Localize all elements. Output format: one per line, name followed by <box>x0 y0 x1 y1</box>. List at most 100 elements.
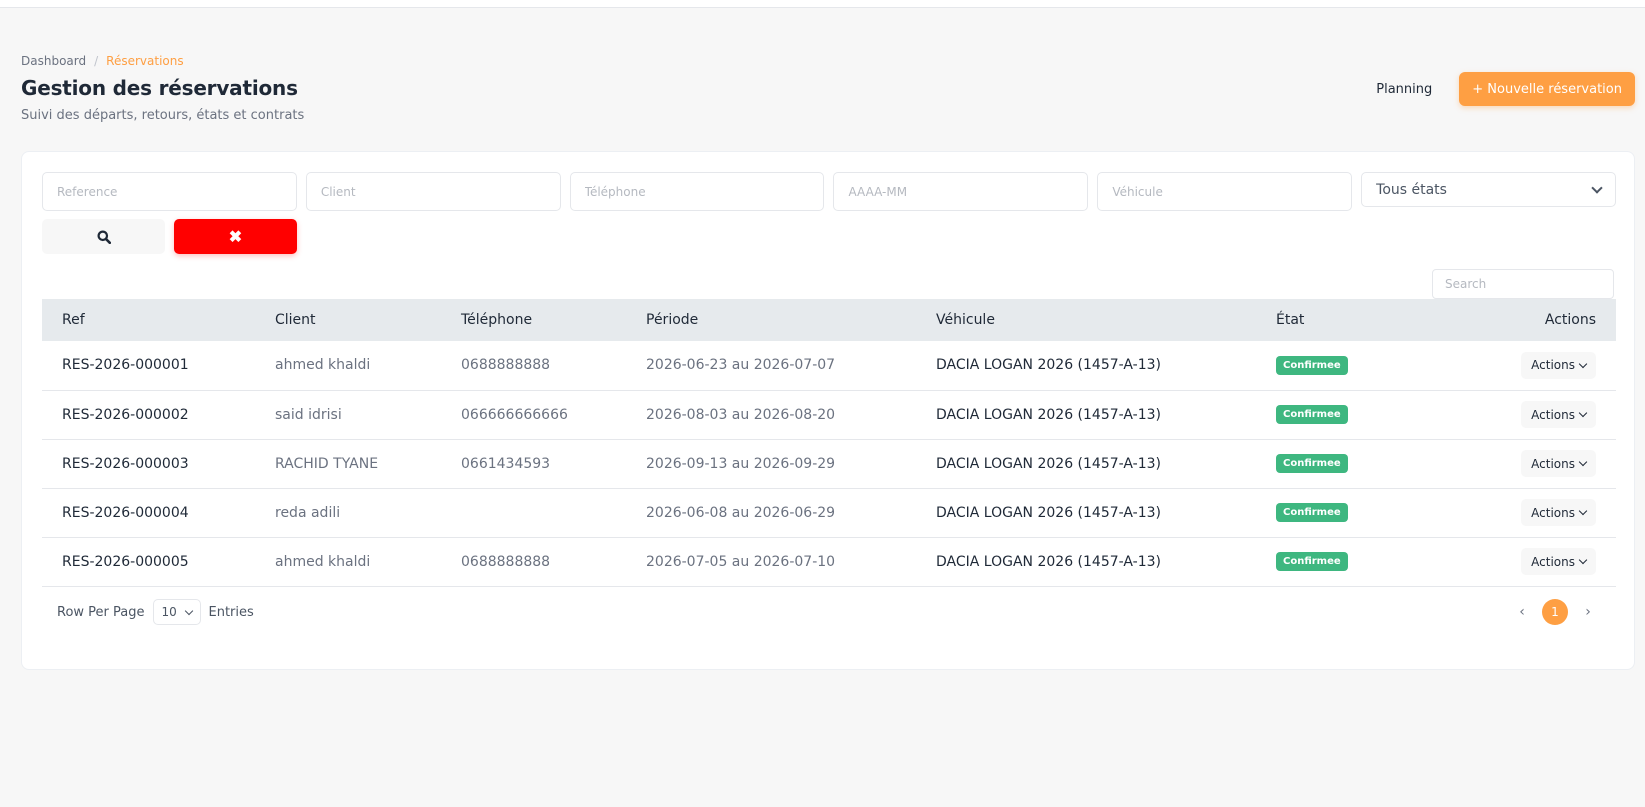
planning-button[interactable]: Planning <box>1361 72 1448 106</box>
column-header-state[interactable]: État <box>1256 299 1436 341</box>
column-header-ref[interactable]: Ref <box>42 299 255 341</box>
month-filter-input[interactable] <box>833 172 1089 211</box>
cell-ref: RES-2026-000004 <box>62 504 189 521</box>
state-filter-select[interactable]: Tous états <box>1361 172 1616 207</box>
table-search-input[interactable] <box>1432 269 1614 299</box>
column-header-vehicle[interactable]: Véhicule <box>916 299 1256 341</box>
cell-actions: Actions <box>1436 390 1616 439</box>
filters-row: Tous états <box>42 172 1616 211</box>
filter-buttons: ✖ <box>42 219 297 254</box>
cell-vehicle: DACIA LOGAN 2026 (1457-A-13) <box>936 406 1161 423</box>
cell-state: Confirmee <box>1256 390 1436 439</box>
page-number-current[interactable]: 1 <box>1542 599 1568 625</box>
chevron-down-icon <box>1591 181 1603 194</box>
table-row: RES-2026-000004 reda adili 2026-06-08 au… <box>42 488 1616 537</box>
row-actions-button[interactable]: Actions <box>1521 499 1596 526</box>
cell-period: 2026-06-08 au 2026-06-29 <box>646 504 836 521</box>
column-header-actions: Actions <box>1544 312 1596 328</box>
rows-per-page-select[interactable]: 10 <box>152 599 201 625</box>
chevron-down-icon <box>1578 555 1588 565</box>
cell-vehicle: DACIA LOGAN 2026 (1457-A-13) <box>936 357 1161 374</box>
cell-vehicle: DACIA LOGAN 2026 (1457-A-13) <box>936 504 1161 521</box>
cell-state: Confirmee <box>1256 341 1436 390</box>
cell-period: 2026-08-03 au 2026-08-20 <box>646 406 836 423</box>
top-bar <box>0 0 1645 8</box>
client-filter-input[interactable] <box>305 172 561 211</box>
rows-per-page-value: 10 <box>161 605 177 619</box>
cell-actions: Actions <box>1436 488 1616 537</box>
row-actions-button[interactable]: Actions <box>1521 351 1596 379</box>
cell-phone: 0661434593 <box>461 455 551 472</box>
table-row: RES-2026-000001 ahmed khaldi 0688888888 … <box>42 341 1616 390</box>
cell-period: 2026-06-23 au 2026-07-07 <box>646 357 836 374</box>
cell-vehicle: DACIA LOGAN 2026 (1457-A-13) <box>936 455 1161 472</box>
row-actions-label: Actions <box>1531 505 1575 520</box>
table-footer: Row Per Page 10 Entries ‹ 1 › <box>42 597 1616 627</box>
breadcrumb-separator: / <box>94 54 99 68</box>
chevron-down-icon <box>184 606 193 615</box>
reservations-card: Tous états ✖ Ref Client Téléphone Périod… <box>21 151 1635 670</box>
reservations-table: Ref Client Téléphone Période Véhicule Ét… <box>42 299 1616 587</box>
search-button[interactable] <box>42 219 165 254</box>
cell-phone <box>441 488 626 537</box>
cell-phone: 0688888888 <box>461 357 551 374</box>
rows-per-page-label: Row Per Page <box>57 604 145 620</box>
row-actions-button[interactable]: Actions <box>1521 401 1596 428</box>
cell-state: Confirmee <box>1256 488 1436 537</box>
cell-client: ahmed khaldi <box>275 553 371 570</box>
search-icon <box>97 230 111 244</box>
table-header-row: Ref Client Téléphone Période Véhicule Ét… <box>42 299 1616 341</box>
cell-ref: RES-2026-000005 <box>62 553 189 570</box>
close-icon: ✖ <box>228 228 243 246</box>
chevron-down-icon <box>1578 359 1588 368</box>
row-actions-button[interactable]: Actions <box>1521 548 1596 575</box>
header-actions: Planning + Nouvelle réservation <box>1361 72 1635 106</box>
cell-client: reda adili <box>275 504 341 521</box>
cell-period: 2026-09-13 au 2026-09-29 <box>646 455 836 472</box>
row-actions-label: Actions <box>1531 456 1575 471</box>
new-reservation-button[interactable]: + Nouvelle réservation <box>1459 72 1635 106</box>
column-header-client[interactable]: Client <box>255 299 441 341</box>
next-page-icon[interactable]: › <box>1582 604 1594 620</box>
cell-ref: RES-2026-000003 <box>62 455 189 472</box>
cell-vehicle: DACIA LOGAN 2026 (1457-A-13) <box>936 553 1161 570</box>
breadcrumb-dashboard[interactable]: Dashboard <box>21 54 86 68</box>
cell-state: Confirmee <box>1256 537 1436 586</box>
cell-actions: Actions <box>1436 341 1616 390</box>
table-row: RES-2026-000002 said idrisi 066666666666… <box>42 390 1616 439</box>
column-header-phone[interactable]: Téléphone <box>441 299 626 341</box>
status-badge: Confirmee <box>1276 454 1348 473</box>
cell-phone: 0688888888 <box>461 553 551 570</box>
status-badge: Confirmee <box>1276 552 1348 571</box>
page-subtitle: Suivi des départs, retours, états et con… <box>21 108 305 123</box>
cell-phone: 066666666666 <box>461 406 568 423</box>
breadcrumb: Dashboard / Réservations <box>21 52 1635 70</box>
column-header-period[interactable]: Période <box>626 299 916 341</box>
cell-client: said idrisi <box>275 406 342 423</box>
row-actions-label: Actions <box>1531 407 1575 422</box>
status-badge: Confirmee <box>1276 503 1348 522</box>
chevron-down-icon <box>1578 506 1588 516</box>
clear-filters-button[interactable]: ✖ <box>174 219 297 254</box>
table-row: RES-2026-000005 ahmed khaldi 0688888888 … <box>42 537 1616 586</box>
rows-per-page: Row Per Page 10 Entries <box>42 599 254 625</box>
cell-client: RACHID TYANE <box>275 455 379 472</box>
cell-state: Confirmee <box>1256 439 1436 488</box>
table-row: RES-2026-000003 RACHID TYANE 0661434593 … <box>42 439 1616 488</box>
cell-ref: RES-2026-000001 <box>62 357 189 374</box>
reference-filter-input[interactable] <box>42 172 297 211</box>
cell-actions: Actions <box>1436 537 1616 586</box>
prev-page-icon[interactable]: ‹ <box>1516 604 1528 620</box>
status-badge: Confirmee <box>1276 355 1348 375</box>
phone-filter-input[interactable] <box>569 172 825 211</box>
row-actions-label: Actions <box>1531 554 1575 569</box>
entries-label: Entries <box>208 604 254 620</box>
cell-period: 2026-07-05 au 2026-07-10 <box>646 553 836 570</box>
cell-client: ahmed khaldi <box>275 357 371 374</box>
page-header: Dashboard / Réservations Gestion des rés… <box>21 52 1635 124</box>
vehicle-filter-input[interactable] <box>1097 172 1353 211</box>
chevron-down-icon <box>1578 408 1588 418</box>
cell-actions: Actions <box>1436 439 1616 488</box>
row-actions-button[interactable]: Actions <box>1521 450 1596 477</box>
breadcrumb-current: Réservations <box>106 54 184 68</box>
